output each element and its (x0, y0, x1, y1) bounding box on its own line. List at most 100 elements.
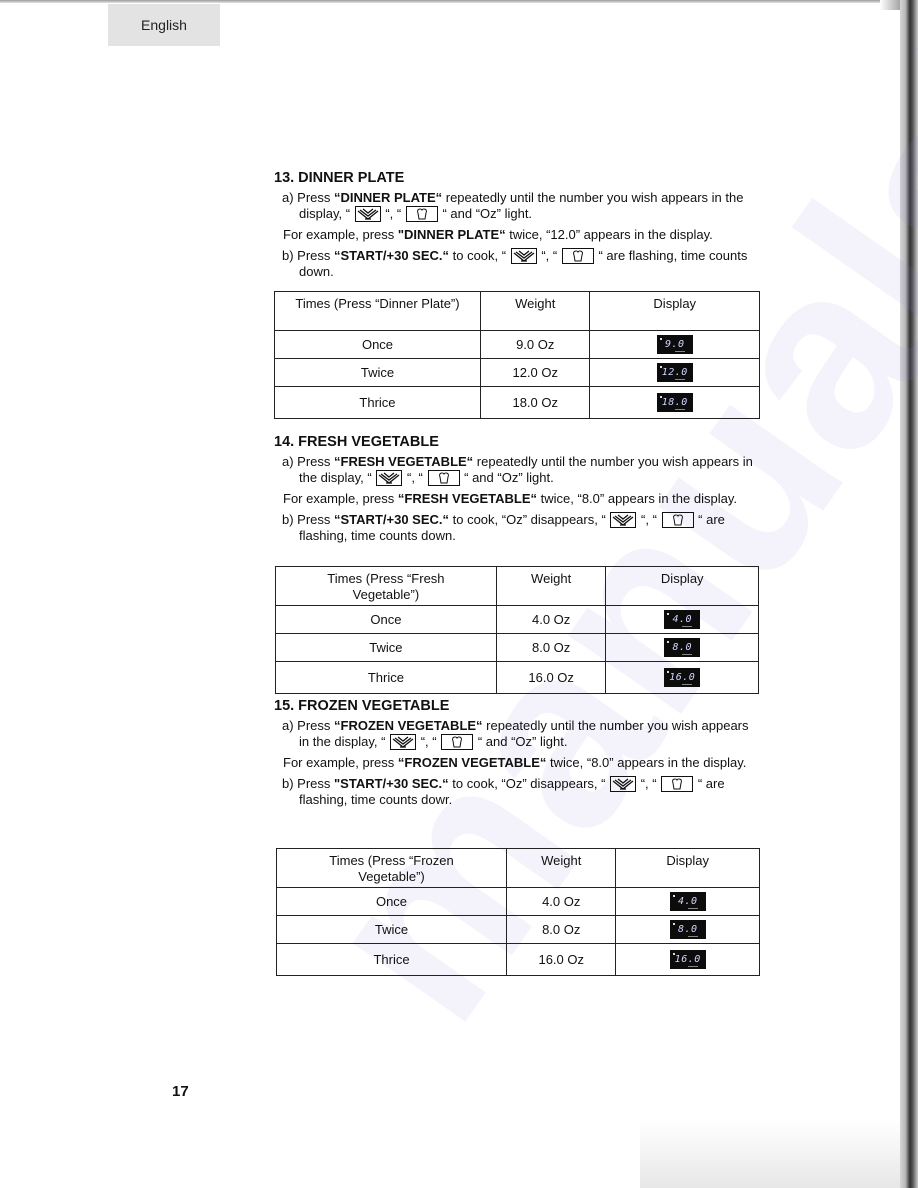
instruction-section: 13. DINNER PLATE a) Press “DINNER PLATE“ … (274, 170, 760, 280)
times-cell: Once (274, 330, 481, 359)
column-header: Times (Press “Dinner Plate”) (274, 291, 481, 331)
step-b-text: b) Press “START/+30 SEC.“ to cook, “ “, … (274, 248, 760, 280)
table-row: Twice 8.0 Oz 8.0 (275, 633, 759, 662)
times-cell: Thrice (275, 661, 497, 694)
page-top-edge (0, 0, 918, 3)
column-header: Times (Press “Fresh Vegetable”) (275, 566, 497, 606)
lcd-display-image: 4.0 (664, 610, 701, 629)
button-name: “START/+30 SEC.“ (334, 512, 449, 527)
vegetable-bowl-icon (427, 470, 460, 486)
button-name: “FROZEN VEGETABLE“ (397, 755, 547, 770)
text-suffix: twice, “12.0” appears in the display. (505, 227, 713, 242)
vegetable-bowl-icon (561, 248, 594, 264)
text-prefix: b) Press (282, 512, 335, 527)
text-suffix: twice, “8.0” appears in the display. (537, 491, 737, 506)
section-title: 13. DINNER PLATE (274, 170, 405, 186)
cooking-weights-table: Times (Press “Frozen Vegetable”) Weight Di… (275, 848, 760, 976)
text-prefix: For example, press (283, 755, 398, 770)
text: to cook, “Oz” disappears, “ (449, 512, 606, 527)
display-cell: 8.0 (615, 915, 760, 944)
text-prefix: a) Press (282, 190, 335, 205)
page-binding-edge (900, 0, 918, 1188)
display-cell: 18.0 (589, 386, 760, 419)
separator: “, “ (407, 470, 423, 485)
table-header-row: Times (Press “Fresh Vegetable”) Weight Dis… (275, 566, 759, 606)
button-name: "START/+30 SEC.“ (334, 776, 449, 791)
times-cell: Thrice (274, 386, 481, 419)
display-cell: 16.0 (605, 661, 759, 694)
dinner-plate-icon (354, 206, 381, 222)
table-row: Thrice 16.0 Oz 16.0 (275, 661, 759, 694)
text: “ and “Oz” light. (464, 470, 554, 485)
text-prefix: a) Press (282, 718, 335, 733)
table-row: Once 4.0 Oz 4.0 (275, 887, 760, 916)
vegetable-bowl-icon (441, 734, 474, 750)
text: “ and “Oz” light. (442, 206, 533, 221)
display-cell: 4.0 (605, 605, 759, 634)
table-row: Twice 8.0 Oz 8.0 (275, 915, 760, 944)
vegetable-bowl-icon (405, 206, 438, 222)
cooking-weights-table: Times (Press “Fresh Vegetable”) Weight Dis… (275, 566, 759, 694)
text-prefix: b) Press (282, 776, 335, 791)
display-cell: 8.0 (605, 633, 759, 662)
times-cell: Once (275, 887, 508, 916)
weight-cell: 4.0 Oz (506, 887, 617, 916)
instruction-section: 15. FROZEN VEGETABLE a) Press “FROZEN VEG… (274, 698, 760, 808)
weight-cell: 16.0 Oz (506, 943, 617, 976)
text: to cook, “ (449, 248, 507, 263)
text-prefix: For example, press (283, 491, 398, 506)
button-name: “FRESH VEGETABLE“ (397, 491, 538, 506)
times-cell: Twice (275, 915, 508, 944)
weight-cell: 18.0 Oz (479, 386, 591, 419)
lcd-display-image: 12.0 (656, 363, 693, 382)
separator: “, “ (420, 734, 437, 749)
table-row: Twice 12.0 Oz 12.0 (274, 358, 760, 387)
button-name: “DINNER PLATE“ (334, 190, 443, 205)
table-row: Once 9.0 Oz 9.0 (274, 330, 760, 359)
table-header-row: Times (Press “Dinner Plate”) Weight Displa… (274, 291, 760, 331)
column-header: Weight (495, 566, 607, 606)
table-row: Once 4.0 Oz 4.0 (275, 605, 759, 634)
column-header: Display (589, 291, 760, 331)
dinner-plate-icon (510, 248, 537, 264)
column-header: Display (615, 848, 760, 888)
column-header: Times (Press “Frozen Vegetable”) (275, 848, 508, 888)
step-b-text: b) Press "START/+30 SEC.“ to cook, “Oz” … (274, 776, 760, 808)
step-a-text: a) Press “FRESH VEGETABLE“ repeatedly un… (274, 454, 760, 486)
button-name: "DINNER PLATE“ (397, 227, 506, 242)
display-cell: 16.0 (615, 943, 760, 976)
page-number: 17 (172, 1083, 189, 1100)
vegetable-bowl-icon (661, 512, 694, 528)
scan-grain (640, 1120, 900, 1188)
separator: “, “ (640, 776, 657, 791)
lcd-display-image: 16.0 (664, 668, 701, 687)
cooking-weights-table: Times (Press “Dinner Plate”) Weight Displa… (274, 291, 760, 419)
step-a-text: a) Press “DINNER PLATE“ repeatedly until… (274, 190, 760, 222)
text-suffix: twice, “8.0” appears in the display. (546, 755, 747, 770)
column-header: Weight (506, 848, 617, 888)
display-cell: 9.0 (589, 330, 760, 359)
weight-cell: 8.0 Oz (495, 633, 607, 662)
text: to cook, “Oz” disappears, “ (448, 776, 606, 791)
section-title: 15. FROZEN VEGETABLE (274, 698, 450, 714)
times-cell: Twice (275, 633, 497, 662)
display-cell: 12.0 (589, 358, 760, 387)
step-a-text: a) Press “FROZEN VEGETABLE“ repeatedly u… (274, 718, 760, 750)
text: “ and “Oz” light. (477, 734, 568, 749)
lcd-display-image: 4.0 (669, 892, 706, 911)
section-title: 14. FRESH VEGETABLE (274, 434, 439, 450)
weight-cell: 16.0 Oz (495, 661, 607, 694)
button-name: “FRESH VEGETABLE“ (334, 454, 474, 469)
times-cell: Twice (274, 358, 481, 387)
button-name: “START/+30 SEC.“ (334, 248, 449, 263)
times-cell: Thrice (275, 943, 508, 976)
weight-cell: 8.0 Oz (506, 915, 617, 944)
table-header-row: Times (Press “Frozen Vegetable”) Weight Di… (275, 848, 760, 888)
table-row: Thrice 16.0 Oz 16.0 (275, 943, 760, 976)
example-text: For example, press "DINNER PLATE“ twice,… (274, 227, 760, 243)
example-text: For example, press “FRESH VEGETABLE“ twi… (274, 491, 760, 507)
table-row: Thrice 18.0 Oz 18.0 (274, 386, 760, 419)
dinner-plate-icon (390, 734, 417, 750)
separator: “, “ (541, 248, 558, 263)
lcd-display-image: 16.0 (669, 950, 706, 969)
